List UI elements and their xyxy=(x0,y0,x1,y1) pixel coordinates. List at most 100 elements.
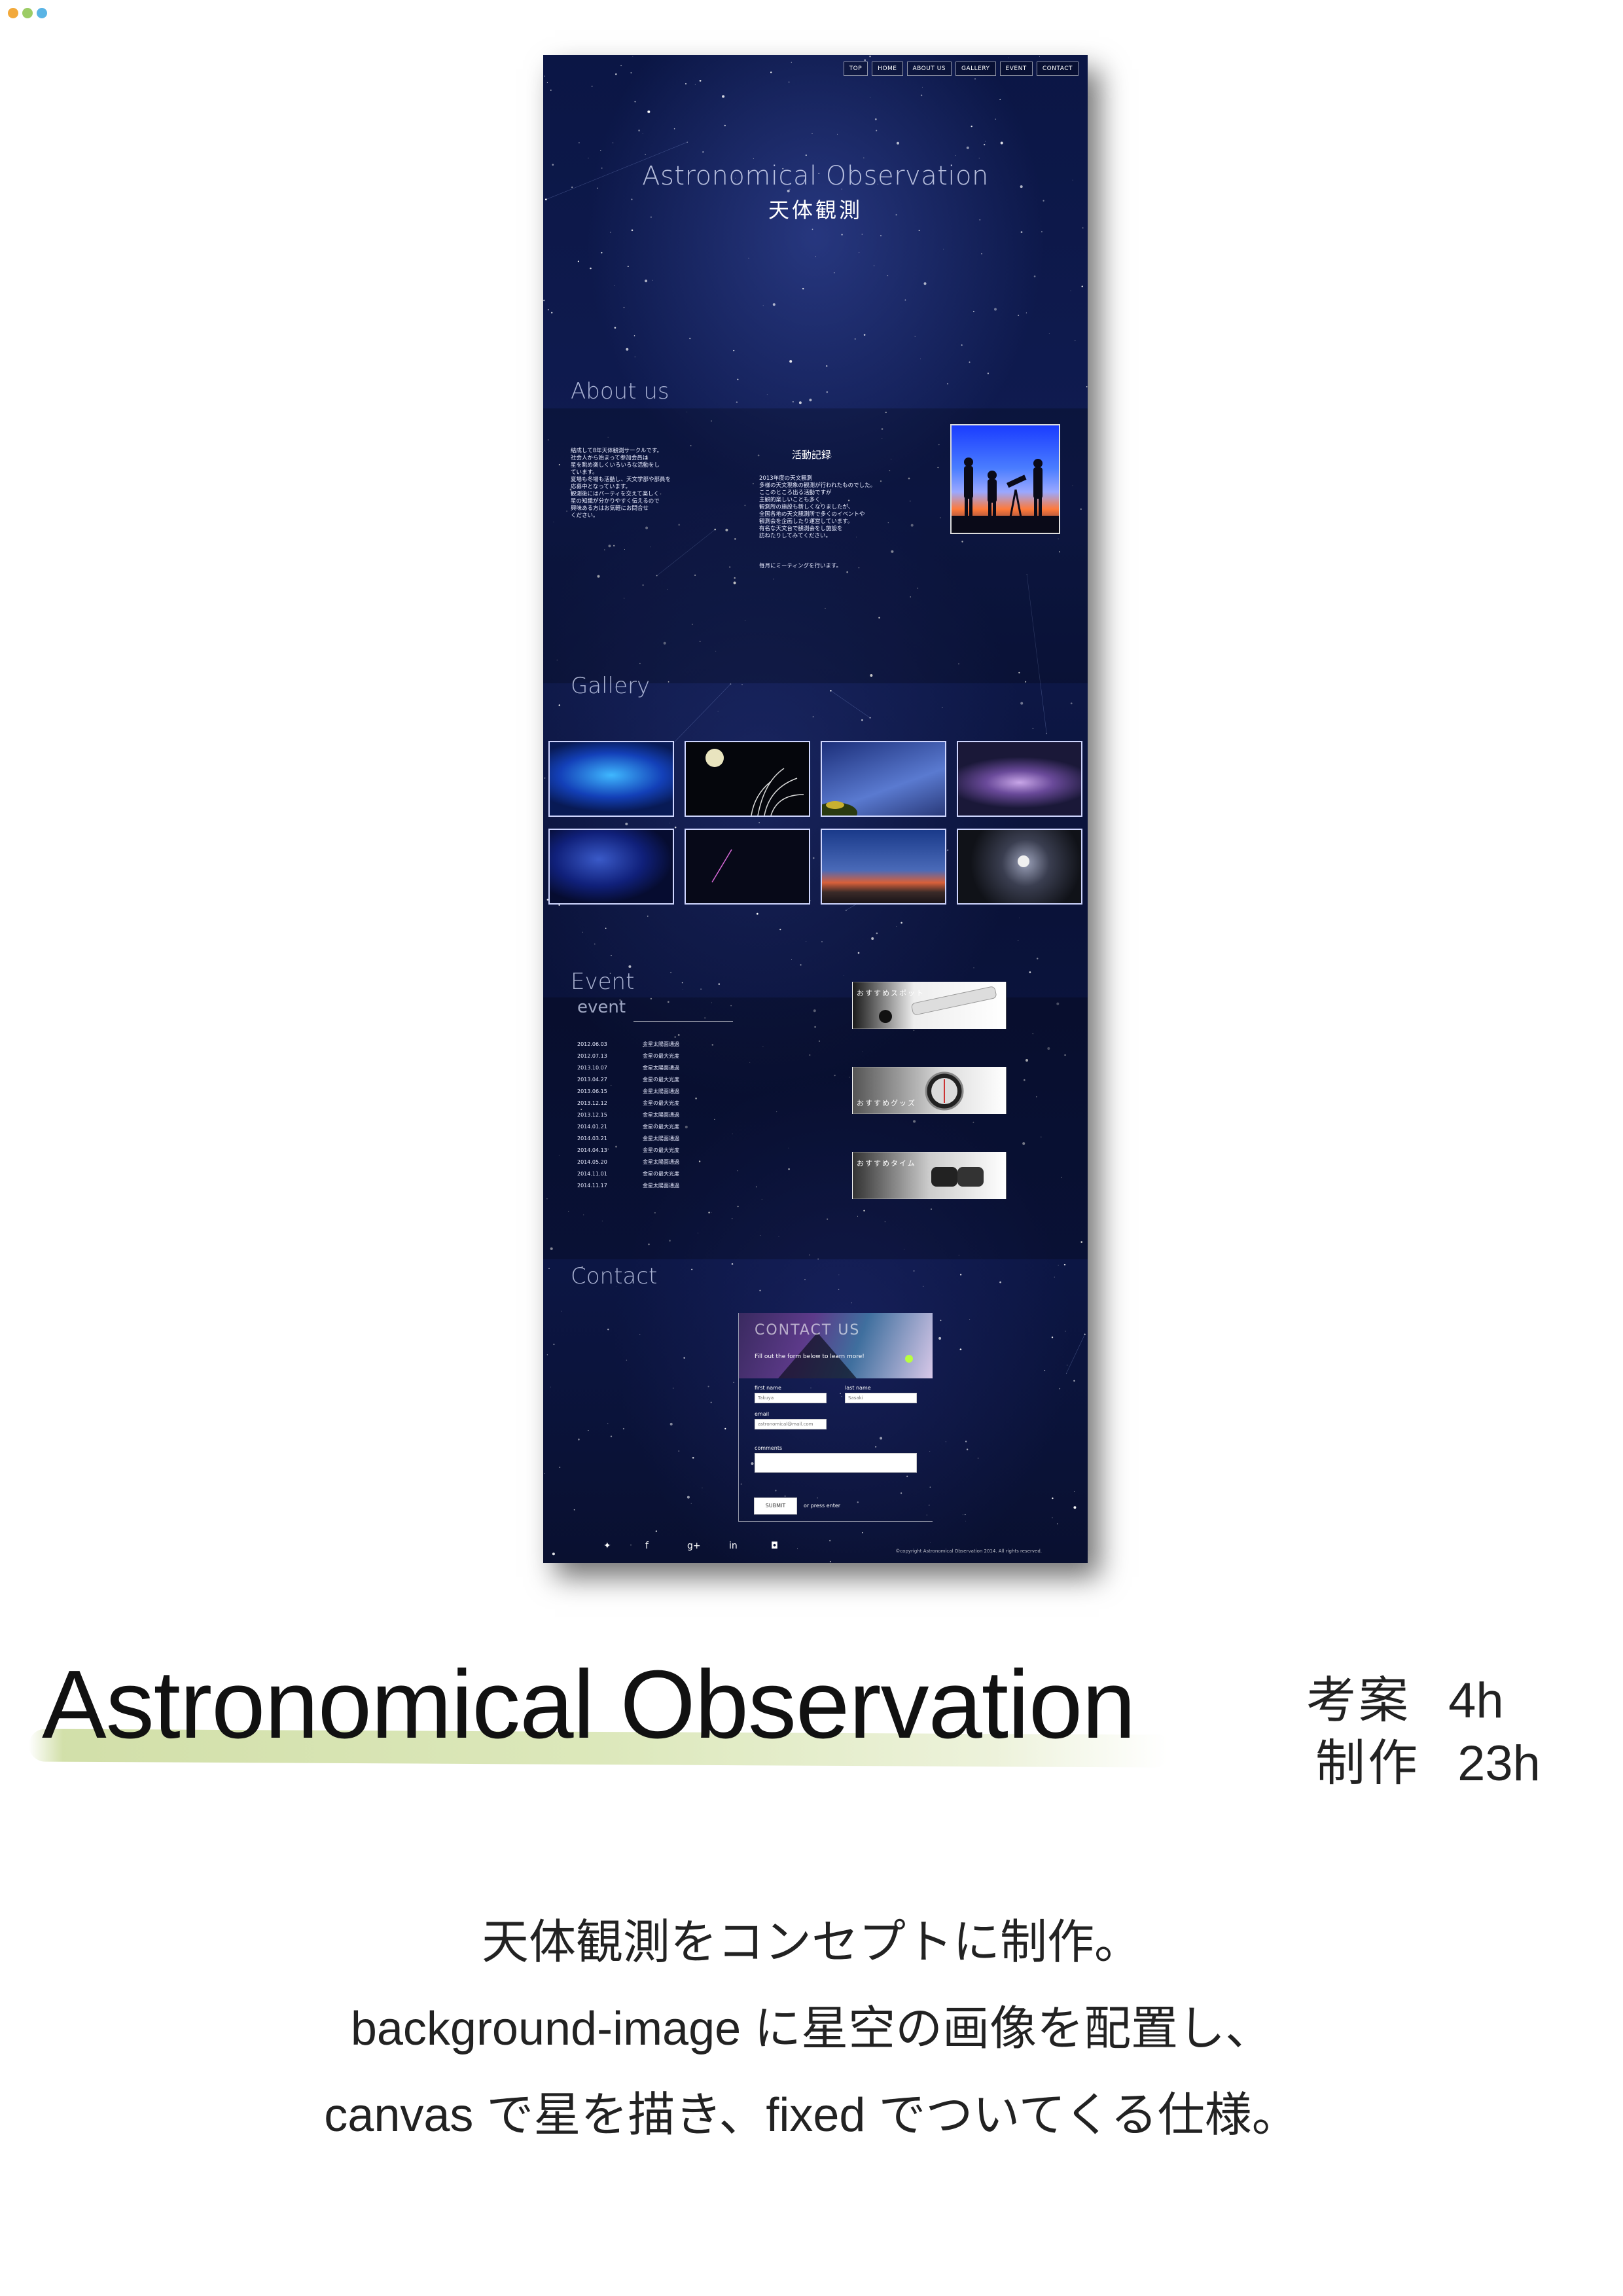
event-place: 金星太陽面通過 xyxy=(643,1111,679,1118)
activity-heading: 活動記録 xyxy=(792,449,832,461)
recommend-spot-card[interactable]: おすすめスポット xyxy=(852,982,1007,1029)
google-plus-icon[interactable]: g+ xyxy=(687,1541,701,1551)
event-place: 金星の最大光度 xyxy=(643,1100,679,1106)
event-row: 2014.05.20 金星太陽面通過 xyxy=(577,1156,679,1168)
event-row: 2014.11.17 金星太陽面通過 xyxy=(577,1179,679,1191)
recommend-goods-card[interactable]: おすすめグッズ xyxy=(852,1067,1007,1114)
facebook-icon[interactable]: f xyxy=(645,1541,649,1551)
website-mockup: TOP HOME ABOUT US GALLERY EVENT CONTACT … xyxy=(543,55,1088,1563)
event-row: 2012.07.13 金星の最大光度 xyxy=(577,1050,679,1062)
description-line-1: 天体観測をコンセプトに制作。 xyxy=(481,1916,1141,1969)
event-title: Event xyxy=(571,969,635,995)
event-place: 金星太陽面通過 xyxy=(643,1064,679,1071)
event-place: 金星の最大光度 xyxy=(643,1147,679,1153)
build-label: 制作 xyxy=(1315,1734,1420,1792)
recommend-goods-label: おすすめグッズ xyxy=(857,1099,916,1107)
hero-title-ja: 天体観測 xyxy=(768,198,863,223)
comments-textarea[interactable] xyxy=(755,1453,917,1473)
hero-title-en: Astronomical Observation xyxy=(642,161,989,191)
last-name-input[interactable] xyxy=(845,1393,917,1403)
event-place: 金星の最大光度 xyxy=(643,1170,679,1177)
gallery-grid xyxy=(548,741,1082,905)
event-row: 2013.04.27 金星の最大光度 xyxy=(577,1073,679,1085)
activity-text: 2013年度の天文観測 多様の天文現象の観測が行われたものでした。 ここのところ… xyxy=(759,475,876,539)
event-date: 2013.06.15 xyxy=(577,1088,607,1094)
event-row: 2014.01.21 金星の最大光度 xyxy=(577,1121,679,1132)
copyright-text: ©copyright Astronomical Observation 2014… xyxy=(895,1549,1042,1554)
event-place: 金星の最大光度 xyxy=(643,1052,679,1059)
about-title: About us xyxy=(571,378,669,404)
first-name-input[interactable] xyxy=(755,1393,827,1403)
gallery-thumb[interactable] xyxy=(548,829,674,905)
event-row: 2013.06.15 金星太陽面通過 xyxy=(577,1085,679,1097)
build-hours-line: 制作 23h xyxy=(1315,1723,1541,1795)
window-dot-orange[interactable] xyxy=(8,8,18,18)
nav-event[interactable]: EVENT xyxy=(999,62,1033,76)
event-row: 2013.12.15 金星太陽面通過 xyxy=(577,1109,679,1121)
top-nav: TOP HOME ABOUT US GALLERY EVENT CONTACT xyxy=(843,62,1079,76)
email-input[interactable] xyxy=(755,1419,827,1429)
event-date: 2014.03.21 xyxy=(577,1135,607,1141)
event-row: 2012.06.03 金星太陽面通過 xyxy=(577,1038,679,1050)
nav-top[interactable]: TOP xyxy=(843,62,868,76)
email-label: email xyxy=(755,1411,770,1417)
plan-label: 考案 xyxy=(1306,1671,1411,1729)
event-place: 金星太陽面通過 xyxy=(643,1135,679,1141)
event-date: 2014.01.21 xyxy=(577,1123,607,1130)
plan-hours-line: 考案 4h xyxy=(1306,1660,1504,1732)
window-dot-blue[interactable] xyxy=(37,8,47,18)
linkedin-icon[interactable]: in xyxy=(729,1541,738,1551)
comments-label: comments xyxy=(755,1445,783,1451)
contact-title: Contact xyxy=(571,1263,658,1289)
gallery-thumb[interactable] xyxy=(957,741,1082,817)
instagram-icon[interactable]: ◘ xyxy=(771,1541,778,1551)
gallery-thumb[interactable] xyxy=(685,741,810,817)
contact-banner: CONTACT US Fill out the form below to le… xyxy=(739,1313,933,1378)
event-row: 2014.04.13 金星の最大光度 xyxy=(577,1144,679,1156)
event-place: 金星太陽面通過 xyxy=(643,1041,679,1047)
event-date: 2013.12.15 xyxy=(577,1111,607,1118)
gallery-title: Gallery xyxy=(571,673,651,699)
nav-contact[interactable]: CONTACT xyxy=(1036,62,1079,76)
gallery-thumb[interactable] xyxy=(685,829,810,905)
plan-hours: 4h xyxy=(1448,1673,1504,1729)
event-place: 金星太陽面通過 xyxy=(643,1182,679,1189)
press-enter-hint: or press enter xyxy=(804,1503,841,1509)
event-date: 2014.04.13 xyxy=(577,1147,607,1153)
submit-button[interactable]: SUBMIT xyxy=(754,1498,797,1515)
event-divider xyxy=(633,1021,733,1022)
event-place: 金星の最大光度 xyxy=(643,1076,679,1083)
nav-home[interactable]: HOME xyxy=(872,62,903,76)
contact-form: CONTACT US Fill out the form below to le… xyxy=(738,1313,933,1522)
nav-gallery[interactable]: GALLERY xyxy=(955,62,996,76)
event-subtitle: event xyxy=(577,997,626,1017)
window-dot-green[interactable] xyxy=(22,8,33,18)
event-row: 2013.10.07 金星太陽面通過 xyxy=(577,1062,679,1073)
meeting-note: 毎月にミーティングを行います。 xyxy=(759,563,842,569)
about-intro-text: 結成して8年天体観測サークルです。 社会人から始まって参加会員は 星を眺め楽しく… xyxy=(571,448,671,519)
event-row: 2013.12.12 金星の最大光度 xyxy=(577,1097,679,1109)
event-place: 金星太陽面通過 xyxy=(643,1088,679,1094)
gallery-thumb[interactable] xyxy=(821,741,946,817)
event-row: 2014.03.21 金星太陽面通過 xyxy=(577,1132,679,1144)
contact-banner-subtitle: Fill out the form below to learn more! xyxy=(755,1354,865,1360)
event-place: 金星太陽面通過 xyxy=(643,1158,679,1165)
event-list: 2012.06.03 金星太陽面通過 2012.07.13 金星の最大光度 2013.1… xyxy=(577,1038,679,1191)
gallery-thumb[interactable] xyxy=(821,829,946,905)
nav-about-us[interactable]: ABOUT US xyxy=(906,62,952,76)
first-name-label: first name xyxy=(755,1385,781,1391)
event-date: 2014.11.17 xyxy=(577,1182,607,1189)
event-date: 2012.07.13 xyxy=(577,1052,607,1059)
recommend-time-card[interactable]: おすすめタイム xyxy=(852,1152,1007,1199)
window-controls xyxy=(8,8,47,18)
event-row: 2014.11.01 金星の最大光度 xyxy=(577,1168,679,1179)
event-place: 金星の最大光度 xyxy=(643,1123,679,1130)
gallery-thumb[interactable] xyxy=(548,741,674,817)
about-silhouette-photo xyxy=(950,424,1060,534)
event-date: 2013.04.27 xyxy=(577,1076,607,1083)
build-hours: 23h xyxy=(1457,1736,1541,1791)
event-date: 2013.10.07 xyxy=(577,1064,607,1071)
portfolio-title: Astronomical Observation xyxy=(42,1651,1135,1759)
twitter-icon[interactable]: ✦ xyxy=(603,1541,611,1551)
gallery-thumb[interactable] xyxy=(957,829,1082,905)
